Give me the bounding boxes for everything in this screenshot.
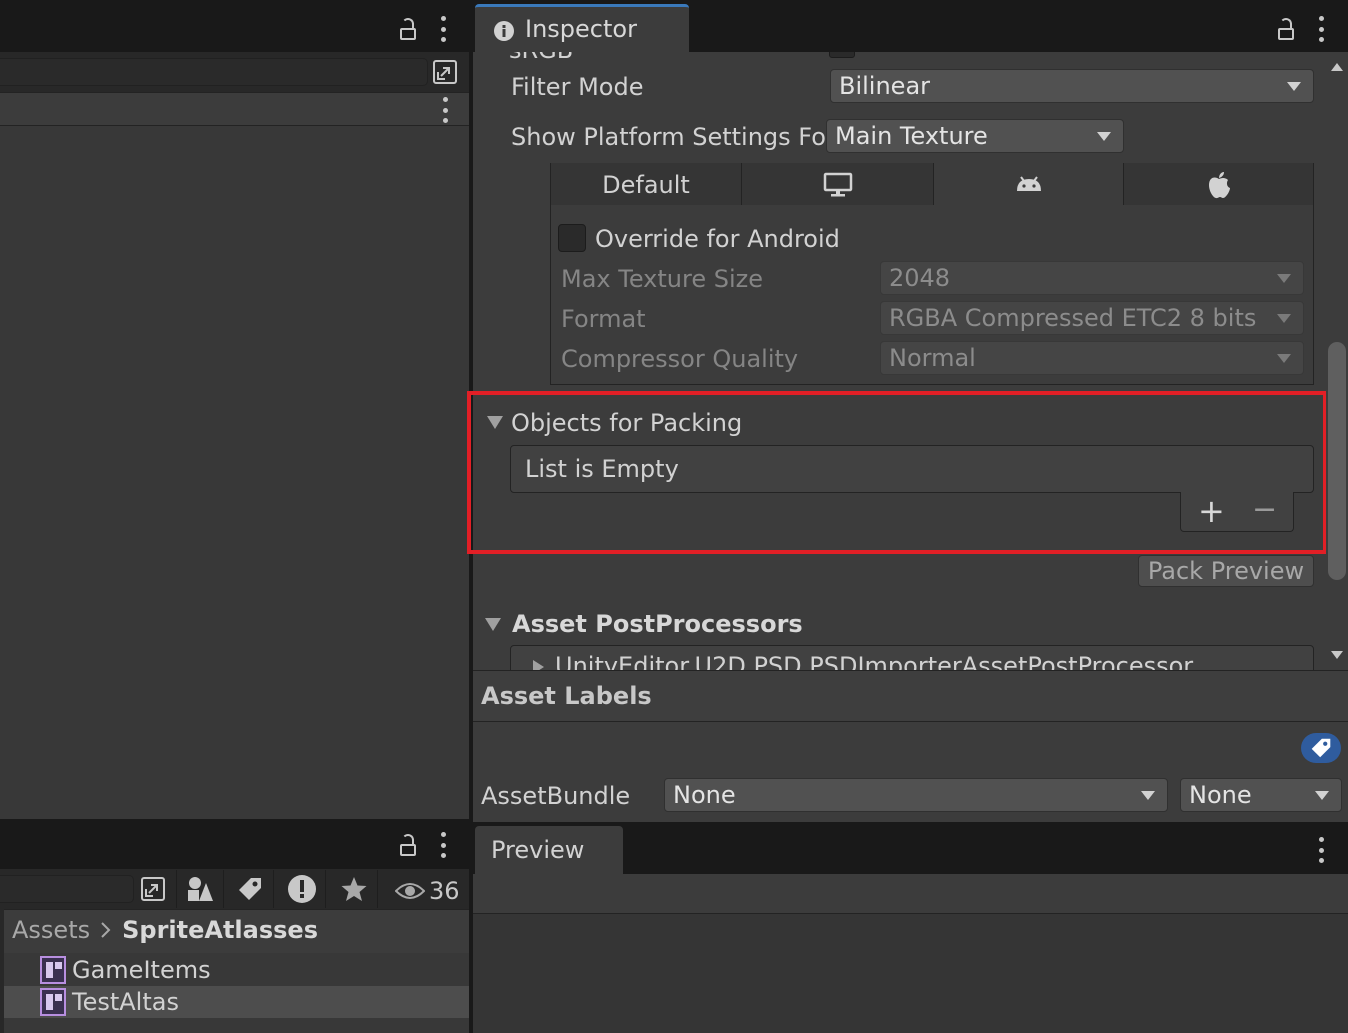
srgb-checkbox[interactable] — [829, 52, 855, 58]
hidden-packages-toggle[interactable]: 36 — [395, 877, 460, 905]
shapes-icon — [188, 877, 213, 901]
postprocessor-item[interactable]: UnityEditor.U2D.PSD.PSDImporterAssetPost… — [510, 645, 1314, 670]
kebab-menu-icon[interactable] — [440, 832, 446, 858]
max-texture-size-label: Max Texture Size — [561, 265, 763, 293]
scroll-down-icon[interactable] — [1330, 650, 1344, 660]
asset-label-button[interactable] — [1301, 733, 1341, 763]
override-checkbox[interactable] — [558, 224, 586, 252]
button-label: Pack Preview — [1147, 557, 1305, 585]
popout-icon[interactable] — [140, 876, 166, 902]
dropdown-value: None — [1189, 781, 1252, 809]
list-item[interactable]: TestAltas — [4, 986, 469, 1018]
tab-inspector[interactable]: Inspector — [475, 4, 689, 52]
chevron-down-icon — [1277, 314, 1291, 323]
list-item[interactable]: GameItems — [4, 954, 469, 986]
star-icon — [341, 877, 366, 901]
tag-icon — [1311, 738, 1331, 758]
highlight-box — [467, 391, 1327, 554]
filter-mode-dropdown[interactable]: Bilinear — [830, 69, 1314, 103]
sprite-atlas-icon — [40, 956, 66, 984]
chevron-right-icon — [101, 922, 111, 938]
favorites-button[interactable] — [330, 870, 378, 908]
tab-preview[interactable]: Preview — [475, 826, 623, 874]
chevron-down-icon — [1315, 791, 1329, 800]
foldout-arrow-icon[interactable] — [485, 618, 501, 631]
assetbundle-name-dropdown[interactable]: None — [664, 778, 1168, 812]
asset-postprocessors-label[interactable]: Asset PostProcessors — [512, 610, 803, 638]
scroll-up-icon[interactable] — [1330, 62, 1344, 72]
compressor-quality-dropdown[interactable]: Normal — [880, 341, 1304, 375]
lock-icon[interactable] — [400, 18, 416, 40]
apple-icon — [1208, 171, 1230, 198]
tab-ios[interactable] — [1124, 163, 1313, 206]
kebab-menu-icon[interactable] — [442, 97, 448, 123]
hidden-count: 36 — [429, 877, 460, 905]
lock-icon[interactable] — [1278, 18, 1294, 40]
sprite-atlas-icon — [40, 988, 66, 1016]
dropdown-value: None — [673, 781, 736, 809]
project-search-input[interactable] — [0, 875, 134, 903]
chevron-down-icon — [1097, 132, 1111, 141]
eye-icon — [395, 883, 425, 899]
android-icon — [1016, 175, 1041, 191]
pack-preview-button[interactable]: Pack Preview — [1138, 555, 1314, 587]
max-texture-size-dropdown[interactable]: 2048 — [880, 261, 1304, 295]
asset-name: GameItems — [72, 956, 211, 984]
info-icon — [494, 21, 514, 41]
project-header-bar — [0, 819, 469, 869]
monitor-icon — [823, 172, 852, 196]
preview-toolbar — [473, 874, 1348, 914]
chevron-down-icon — [1141, 791, 1155, 800]
breadcrumb-root[interactable]: Assets — [12, 916, 90, 944]
scrollbar-thumb[interactable] — [1328, 342, 1346, 580]
format-dropdown[interactable]: RGBA Compressed ETC2 8 bits — [880, 301, 1304, 335]
kebab-menu-icon[interactable] — [440, 16, 446, 42]
hierarchy-panel — [0, 126, 469, 819]
foldout-arrow-right-icon — [533, 660, 544, 670]
hierarchy-search-input[interactable] — [0, 58, 428, 86]
tab-default[interactable]: Default — [551, 163, 742, 206]
tab-standalone[interactable] — [742, 163, 934, 206]
breadcrumb-current[interactable]: SpriteAtlasses — [122, 916, 318, 944]
dropdown-value: 2048 — [889, 264, 951, 292]
show-platform-label: Show Platform Settings For — [511, 123, 836, 151]
tag-icon — [238, 878, 261, 900]
dropdown-value: RGBA Compressed ETC2 8 bits — [889, 304, 1257, 332]
filter-by-warnings-button[interactable] — [278, 870, 326, 908]
hierarchy-toolbar — [0, 92, 469, 126]
chevron-down-icon — [1277, 274, 1291, 283]
hierarchy-header-bar — [0, 0, 469, 52]
tab-label: Default — [602, 170, 690, 199]
filter-by-type-button[interactable] — [176, 870, 224, 908]
asset-labels-title: Asset Labels — [481, 682, 652, 710]
assetbundle-label: AssetBundle — [481, 782, 631, 810]
kebab-menu-icon[interactable] — [1318, 837, 1324, 863]
asset-name: TestAltas — [72, 988, 179, 1016]
tab-label: Inspector — [525, 15, 637, 43]
dropdown-value: Main Texture — [835, 122, 988, 150]
lock-icon[interactable] — [400, 834, 416, 856]
dropdown-value: Bilinear — [839, 72, 931, 100]
preview-area — [473, 914, 1348, 1033]
assetbundle-variant-dropdown[interactable]: None — [1180, 778, 1342, 812]
chevron-down-icon — [1277, 354, 1291, 363]
compressor-quality-label: Compressor Quality — [561, 345, 799, 373]
show-platform-dropdown[interactable]: Main Texture — [826, 119, 1124, 153]
filter-by-label-button[interactable] — [226, 870, 274, 908]
popout-icon[interactable] — [432, 59, 458, 85]
tab-label: Preview — [491, 836, 585, 864]
override-label: Override for Android — [595, 225, 840, 253]
format-label: Format — [561, 305, 646, 333]
tab-android[interactable] — [934, 163, 1124, 206]
warning-icon — [287, 875, 316, 903]
dropdown-value: Normal — [889, 344, 976, 372]
kebab-menu-icon[interactable] — [1318, 16, 1324, 42]
cut-off-label: sRGB — [509, 52, 573, 62]
filter-mode-label: Filter Mode — [511, 73, 644, 101]
chevron-down-icon — [1287, 82, 1301, 91]
postprocessor-name: UnityEditor.U2D.PSD.PSDImporterAssetPost… — [555, 652, 1194, 670]
